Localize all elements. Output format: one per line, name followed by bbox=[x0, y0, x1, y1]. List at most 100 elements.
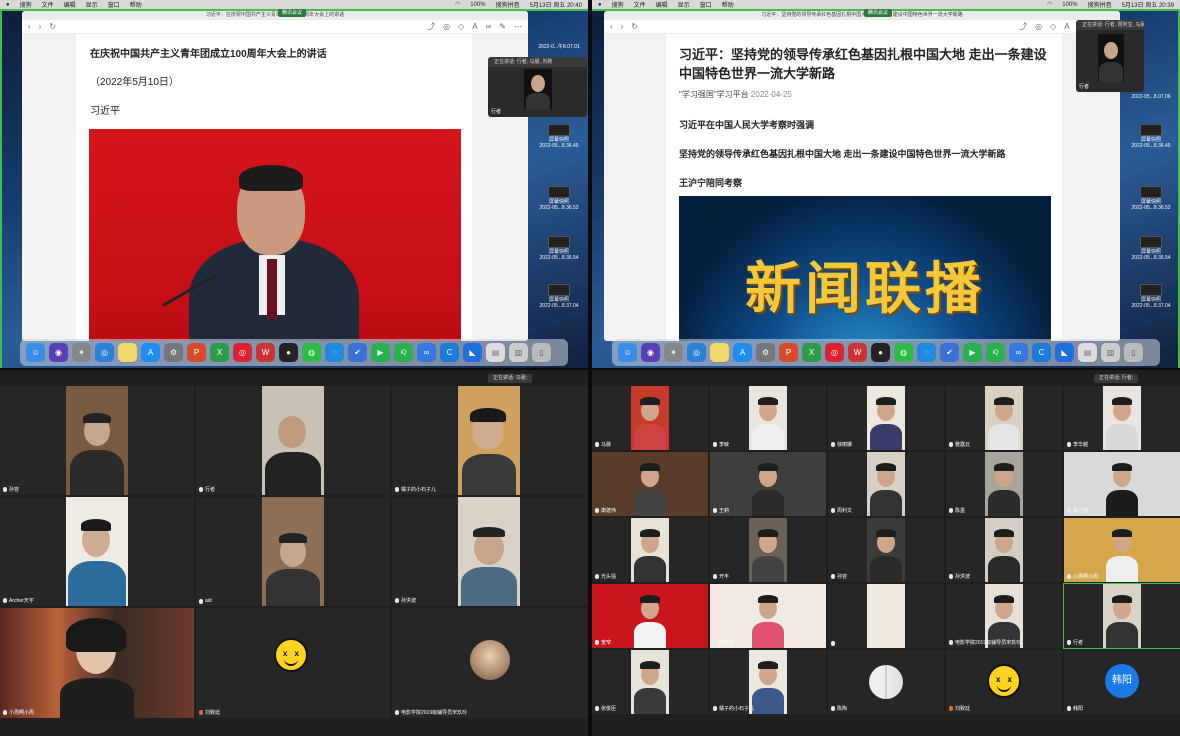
share-icon[interactable]: ⤴ bbox=[427, 21, 435, 32]
battery-label[interactable]: 100% bbox=[470, 2, 485, 8]
ime-label[interactable]: 搜狗拼音 bbox=[496, 0, 520, 9]
battery-label[interactable]: 100% bbox=[1062, 2, 1077, 8]
participant-tile[interactable]: 橘子的小石子儿 bbox=[392, 386, 588, 495]
iqiyi-icon[interactable]: iQ bbox=[986, 343, 1005, 362]
launchpad-icon[interactable]: ✦ bbox=[72, 343, 91, 362]
trash-icon[interactable]: ▯ bbox=[532, 343, 551, 362]
participant-tile[interactable]: 小周啊小周 bbox=[0, 608, 194, 718]
participant-tile[interactable]: 廖力伟 bbox=[1064, 452, 1180, 516]
baidu-cloud-icon[interactable]: ∞ bbox=[1009, 343, 1028, 362]
menu-item[interactable]: 帮助 bbox=[722, 0, 734, 9]
lanhu-icon[interactable]: ◣ bbox=[1055, 343, 1074, 362]
participant-tile[interactable]: 孙容 bbox=[828, 518, 944, 582]
browser-icon[interactable]: ◌ bbox=[917, 343, 936, 362]
compass-icon[interactable]: ◎ bbox=[1035, 22, 1042, 31]
participant-tile[interactable]: 李华越 bbox=[1064, 386, 1180, 450]
ime-label[interactable]: 搜狗拼音 bbox=[1088, 0, 1112, 9]
browser-icon[interactable]: ◌ bbox=[325, 343, 344, 362]
appstore-icon[interactable]: A bbox=[141, 343, 160, 362]
participant-tile[interactable]: 光头强 bbox=[592, 518, 708, 582]
menu-item[interactable]: 文件 bbox=[42, 0, 54, 9]
trash-icon[interactable]: ▯ bbox=[1124, 343, 1143, 362]
wps-p-icon[interactable]: P bbox=[187, 343, 206, 362]
participant-tile[interactable]: 行者 bbox=[1063, 583, 1180, 649]
participant-tile[interactable]: 孙洪波 bbox=[946, 518, 1062, 582]
forward-icon[interactable]: › bbox=[39, 22, 42, 31]
launchpad-icon[interactable]: ✦ bbox=[664, 343, 683, 362]
baidu-cloud-icon[interactable]: ∞ bbox=[417, 343, 436, 362]
shield-icon[interactable]: ◇ bbox=[458, 22, 464, 31]
participant-tile[interactable]: 孙洪波 bbox=[392, 497, 588, 606]
wps-w-icon[interactable]: W bbox=[848, 343, 867, 362]
wechat-icon[interactable]: ◍ bbox=[894, 343, 913, 362]
participant-tile[interactable]: 宽窄 bbox=[592, 584, 708, 648]
notes-icon[interactable] bbox=[710, 343, 729, 362]
menu-item[interactable]: 搜狗 bbox=[20, 0, 32, 9]
desktop-file[interactable]: 屏幕快照 2022-05...8.36.54 bbox=[532, 236, 586, 261]
participant-tile[interactable]: 陈墨 bbox=[946, 452, 1062, 516]
settings-icon[interactable]: ⚙ bbox=[164, 343, 183, 362]
menu-item[interactable]: 显示 bbox=[678, 0, 690, 9]
video-icon[interactable]: ▶ bbox=[963, 343, 982, 362]
wifi-icon[interactable]: ◠ bbox=[455, 1, 460, 8]
wps-p-icon[interactable]: P bbox=[779, 343, 798, 362]
settings-icon[interactable]: ⚙ bbox=[756, 343, 775, 362]
excel-icon[interactable]: X bbox=[802, 343, 821, 362]
tencent-meeting-icon[interactable]: C bbox=[1032, 343, 1051, 362]
participant-tile[interactable]: 周利文 bbox=[828, 452, 944, 516]
lanhu-icon[interactable]: ◣ bbox=[463, 343, 482, 362]
participant-tile[interactable]: 张俊臣 bbox=[592, 650, 708, 714]
excel-icon[interactable]: X bbox=[210, 343, 229, 362]
siri-icon[interactable]: ◉ bbox=[641, 343, 660, 362]
share-indicator[interactable]: 腾讯会议 bbox=[278, 9, 307, 17]
participant-tile[interactable]: 韩阳 韩阳 bbox=[1064, 650, 1180, 714]
bird-icon[interactable]: ✔ bbox=[348, 343, 367, 362]
desktop-file[interactable]: 屏幕快照 2022-05...8.36.45 bbox=[532, 124, 586, 149]
netease-music-icon[interactable]: ◎ bbox=[825, 343, 844, 362]
menubar-clock[interactable]: 5月13日 周五 20:40 bbox=[530, 0, 582, 9]
font-size-icon[interactable]: A bbox=[472, 22, 477, 31]
menu-item[interactable]: 帮助 bbox=[130, 0, 142, 9]
qq-icon[interactable]: ● bbox=[279, 343, 298, 362]
font-size-icon[interactable]: A bbox=[1064, 22, 1069, 31]
participant-tile[interactable]: 李敏 bbox=[710, 386, 826, 450]
wifi-icon[interactable]: ◠ bbox=[1047, 1, 1052, 8]
bird-icon[interactable]: ✔ bbox=[940, 343, 959, 362]
participant-tile[interactable]: 橘子的小石子儿 bbox=[710, 650, 826, 714]
participant-tile[interactable]: Archer天宇 bbox=[0, 497, 194, 606]
reload-icon[interactable]: ↻ bbox=[631, 22, 638, 31]
finder-icon[interactable]: ☺ bbox=[618, 343, 637, 362]
document-icon[interactable]: ▤ bbox=[486, 343, 505, 362]
participant-tile[interactable]: 周珂宝 bbox=[710, 584, 826, 648]
participant-tile[interactable]: 康建伟 bbox=[592, 452, 708, 516]
menu-item[interactable]: 搜狗 bbox=[612, 0, 624, 9]
link-icon[interactable]: ∞ bbox=[486, 22, 492, 31]
notes-icon[interactable] bbox=[118, 343, 137, 362]
forward-icon[interactable]: › bbox=[621, 22, 624, 31]
desktop-file[interactable]: 屏幕快照 2022-05...8.36.54 bbox=[1124, 236, 1178, 261]
safari-icon[interactable]: ◎ bbox=[687, 343, 706, 362]
desktop-file[interactable]: 2022-0...午8.07.01 bbox=[532, 44, 586, 50]
appstore-icon[interactable]: A bbox=[733, 343, 752, 362]
video-icon[interactable]: ▶ bbox=[371, 343, 390, 362]
back-icon[interactable]: ‹ bbox=[28, 22, 31, 31]
iqiyi-icon[interactable]: iQ bbox=[394, 343, 413, 362]
reload-icon[interactable]: ↻ bbox=[49, 22, 56, 31]
menu-item[interactable]: 窗口 bbox=[700, 0, 712, 9]
apple-icon[interactable]: ● bbox=[598, 2, 602, 8]
menubar-clock[interactable]: 5月13日 周五 20:39 bbox=[1122, 0, 1174, 9]
share-icon[interactable]: ⤴ bbox=[1019, 21, 1027, 32]
participant-tile[interactable]: 孙容 bbox=[0, 386, 194, 495]
desktop-file[interactable]: 屏幕快照 2022-05...8.37.04 bbox=[1124, 284, 1178, 309]
compass-icon[interactable]: ◎ bbox=[443, 22, 450, 31]
share-indicator[interactable]: 腾讯会议 bbox=[864, 9, 893, 17]
participant-tile[interactable]: aid bbox=[196, 497, 390, 606]
participant-tile[interactable]: 王莉 bbox=[710, 452, 826, 516]
participant-tile[interactable]: x x 刘致廷 bbox=[946, 650, 1062, 714]
participant-tile[interactable]: 陈陶 bbox=[828, 650, 944, 714]
back-icon[interactable]: ‹ bbox=[610, 22, 613, 31]
menu-item[interactable]: 编辑 bbox=[656, 0, 668, 9]
menu-item[interactable]: 显示 bbox=[86, 0, 98, 9]
desktop-file[interactable]: 屏幕快照 2022-05...8.36.45 bbox=[1124, 124, 1178, 149]
participant-tile[interactable]: 徐丽娜 bbox=[828, 386, 944, 450]
